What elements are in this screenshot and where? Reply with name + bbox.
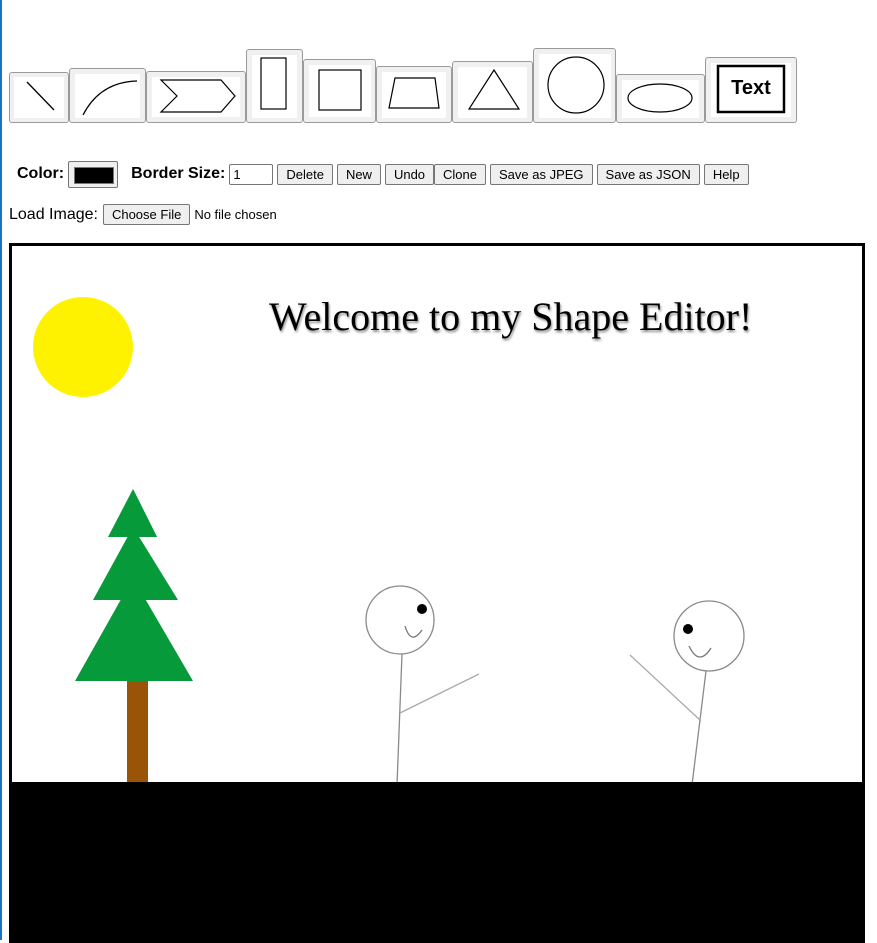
border-size-input[interactable] — [229, 163, 274, 185]
stick-figure-left[interactable] — [365, 585, 480, 786]
load-image-label: Load Image: — [9, 205, 98, 223]
canvas-title-text[interactable]: Welcome to my Shape Editor! — [269, 293, 862, 340]
window-left-edge — [0, 0, 2, 940]
ground-shape[interactable] — [9, 782, 865, 943]
trapezoid-icon — [382, 72, 446, 118]
curve-tool-button[interactable] — [69, 68, 146, 123]
arrow-tool-button[interactable] — [146, 71, 246, 123]
ellipse-icon — [622, 80, 699, 118]
circle-icon — [539, 54, 611, 118]
tree-trunk-shape[interactable] — [127, 678, 148, 784]
tall-rectangle-icon — [252, 55, 297, 118]
sun-shape[interactable] — [33, 297, 133, 397]
arrow-pentagon-icon — [152, 77, 240, 117]
drawing-canvas[interactable]: Welcome to my Shape Editor! — [9, 243, 865, 943]
trapezoid-tool-button[interactable] — [376, 66, 452, 123]
color-picker[interactable] — [68, 160, 119, 188]
line-icon — [14, 77, 64, 118]
curve-icon — [75, 74, 140, 118]
color-picker-swatch — [74, 166, 115, 184]
text-tool-button[interactable]: Text — [705, 57, 797, 123]
square-icon — [309, 65, 371, 117]
square-tool-button[interactable] — [303, 59, 376, 123]
triangle-icon — [458, 67, 527, 118]
help-button[interactable]: Help — [703, 163, 749, 185]
file-status-text: No file chosen — [194, 207, 277, 222]
border-size-label: Border Size: — [131, 165, 226, 182]
tree-bottom-shape[interactable] — [75, 578, 193, 681]
circle-tool-button[interactable] — [533, 48, 616, 123]
choose-file-button[interactable]: Choose File — [102, 204, 191, 225]
load-image-row: Load Image: Choose File No file chosen — [9, 204, 277, 225]
clone-button[interactable]: Clone — [434, 163, 486, 185]
delete-button[interactable]: Delete — [277, 163, 333, 185]
undo-button[interactable]: Undo — [384, 163, 435, 185]
controls-bar: Color: Border Size: Delete New Undo Clon… — [17, 159, 753, 189]
stick-figure-right[interactable] — [629, 600, 745, 786]
new-button[interactable]: New — [336, 163, 381, 185]
save-json-button[interactable]: Save as JSON — [596, 163, 700, 185]
canvas-scene — [9, 297, 865, 943]
rectangle-tool-button[interactable] — [246, 49, 303, 123]
color-label: Color: — [17, 165, 65, 182]
text-tool-label: Text — [731, 77, 771, 99]
ellipse-tool-button[interactable] — [616, 74, 705, 123]
line-tool-button[interactable] — [9, 72, 69, 123]
triangle-tool-button[interactable] — [452, 61, 533, 123]
save-jpeg-button[interactable]: Save as JPEG — [490, 163, 593, 185]
